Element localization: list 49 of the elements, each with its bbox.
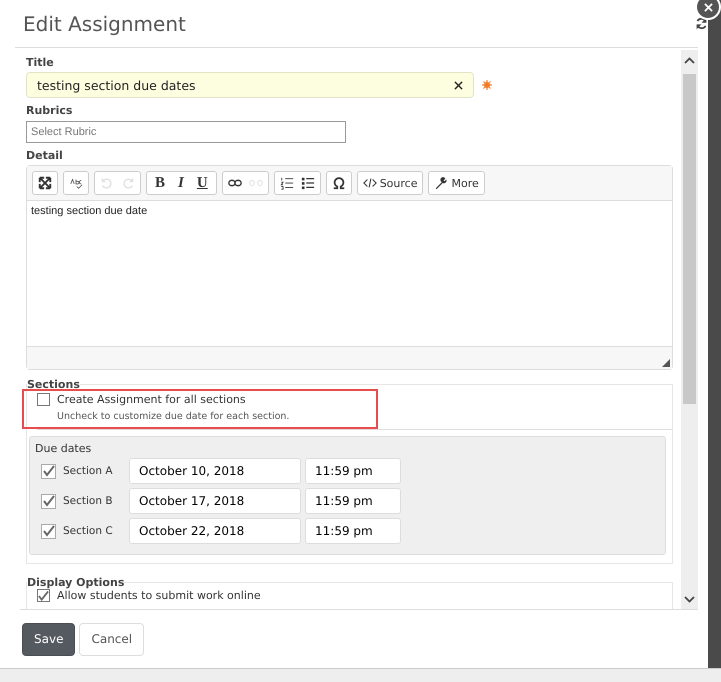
section-legend: Display Options: [27, 576, 124, 589]
omega-icon: [332, 176, 346, 190]
section-name: Section C: [62, 525, 114, 537]
section-legend: Sections: [27, 378, 80, 391]
checkbox[interactable]: [41, 524, 56, 538]
more-icon: [434, 176, 448, 190]
date-field[interactable]: October 17, 2018: [129, 488, 301, 514]
time-field[interactable]: 11:59 pm: [305, 488, 401, 514]
due-dates-label: Due dates: [35, 442, 92, 455]
spellcheck-icon: [69, 176, 83, 190]
checkbox[interactable]: [41, 464, 56, 478]
scroll-down-icon[interactable]: [684, 596, 695, 602]
clear-icon[interactable]: [454, 80, 463, 90]
field-label: Rubrics: [26, 104, 74, 117]
date-field[interactable]: October 22, 2018: [129, 518, 301, 544]
numbered-list-icon: [280, 176, 294, 190]
bulleted-list-icon: [300, 176, 315, 190]
italic-button[interactable]: I: [173, 173, 189, 193]
editor-text[interactable]: testing section due date: [27, 201, 672, 346]
maximize-icon: [38, 176, 52, 190]
time-field[interactable]: 11:59 pm: [305, 518, 401, 544]
refresh-icon[interactable]: [695, 17, 708, 30]
checkbox[interactable]: [37, 589, 50, 602]
bold-button[interactable]: B: [150, 173, 170, 193]
rubric-select[interactable]: Select Rubric: [26, 121, 346, 143]
title-field[interactable]: testing section due dates: [26, 72, 474, 98]
field-label: Detail: [26, 149, 64, 162]
section-name: Section A: [62, 465, 114, 477]
close-button[interactable]: [695, 0, 721, 20]
time-field[interactable]: 11:59 pm: [305, 458, 401, 484]
cancel-button[interactable]: Cancel: [79, 622, 144, 656]
close-icon: [704, 2, 712, 12]
checkbox-label: Create Assignment for all sections: [57, 393, 246, 406]
scrollbar[interactable]: [681, 50, 698, 609]
source-icon: [362, 176, 377, 190]
underline-button[interactable]: U: [192, 173, 213, 193]
save-button[interactable]: Save: [22, 622, 76, 656]
checkbox-label: Allow students to submit work online: [57, 589, 261, 602]
resize-handle-icon[interactable]: [662, 359, 670, 367]
checkbox[interactable]: [37, 393, 50, 406]
date-field[interactable]: October 10, 2018: [129, 458, 301, 484]
hint-text: Uncheck to customize due date for each section.: [57, 411, 290, 422]
dialog-title: Edit Assignment: [23, 12, 186, 36]
redo-icon: [121, 176, 135, 190]
checkbox[interactable]: [41, 494, 56, 508]
undo-icon: [100, 176, 114, 190]
section-name: Section B: [62, 495, 114, 507]
scroll-up-icon[interactable]: [684, 56, 695, 64]
field-label: Title: [26, 56, 55, 69]
